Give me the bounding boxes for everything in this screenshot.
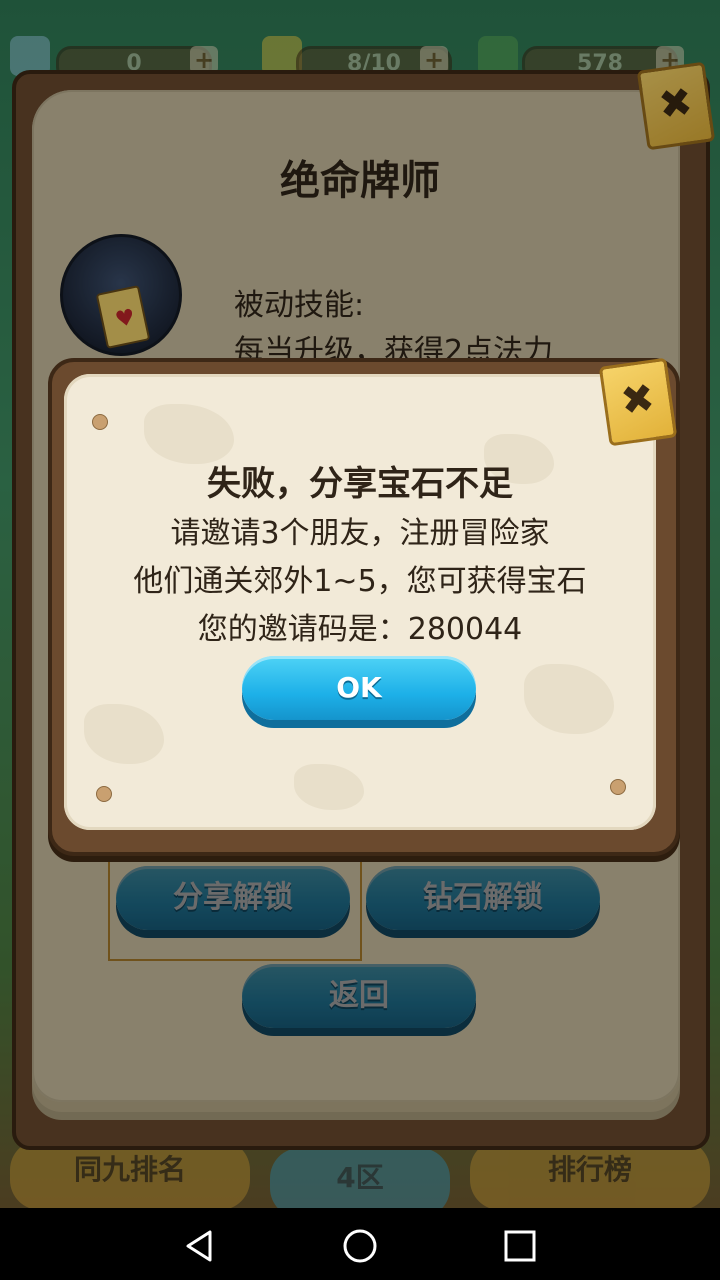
back-nav-icon[interactable] bbox=[180, 1226, 220, 1266]
close-icon: ✖ bbox=[617, 374, 658, 426]
system-nav-bar bbox=[0, 1208, 720, 1280]
dialog-title: 失败，分享宝石不足 bbox=[207, 464, 513, 504]
stone-decoration bbox=[84, 704, 164, 764]
stone-decoration bbox=[144, 404, 234, 464]
stone-decoration bbox=[524, 664, 614, 734]
recents-nav-icon[interactable] bbox=[500, 1226, 540, 1266]
nail-decoration bbox=[92, 414, 108, 430]
nail-decoration bbox=[96, 786, 112, 802]
home-nav-icon[interactable] bbox=[340, 1226, 380, 1266]
nail-decoration bbox=[610, 779, 626, 795]
dialog-line-1: 请邀请3个朋友，注册冒险家 bbox=[170, 516, 550, 551]
dialog-page bbox=[64, 374, 656, 830]
ok-button[interactable]: OK bbox=[242, 656, 476, 720]
dialog-invite-code: 您的邀请码是：280044 bbox=[197, 612, 523, 647]
stone-decoration bbox=[294, 764, 364, 810]
dialog-line-2: 他们通关郊外1~5，您可获得宝石 bbox=[133, 564, 587, 599]
dialog-close-button[interactable]: ✖ bbox=[598, 357, 678, 447]
